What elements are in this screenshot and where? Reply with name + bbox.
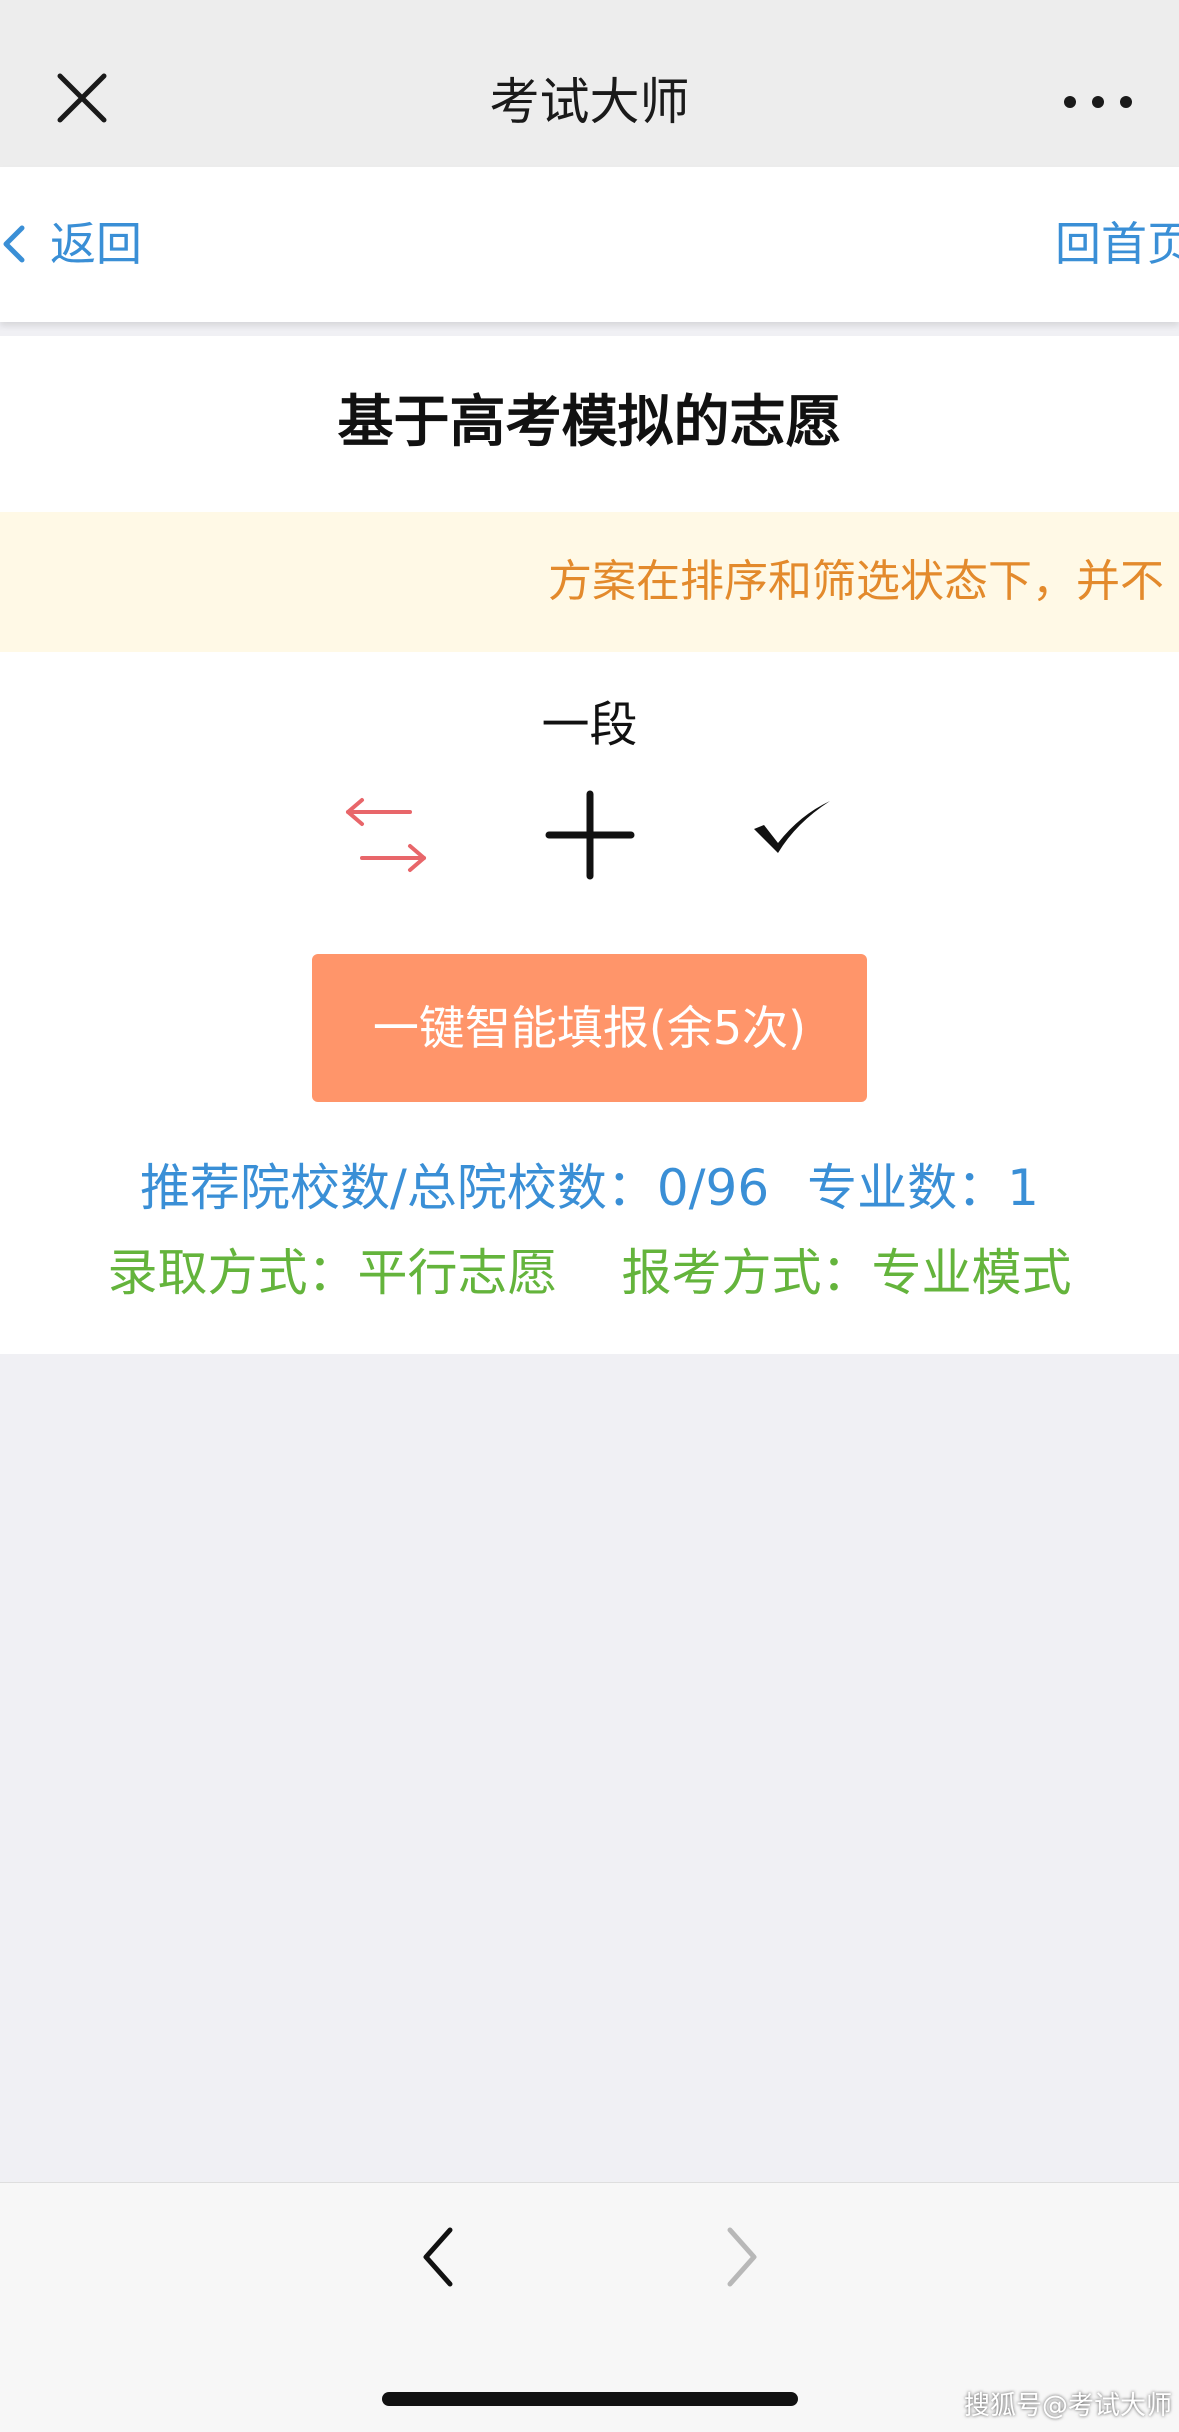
page-title: 基于高考模拟的志愿 [337, 390, 842, 455]
recommend-value: 0/96 [656, 1159, 770, 1217]
back-button[interactable]: 返回 [0, 208, 142, 280]
stats-row-counts: 推荐院校数/总院校数：0/96 专业数：1 [0, 1148, 1179, 1228]
add-icon[interactable] [545, 790, 635, 880]
segment-label: 一段 [541, 697, 638, 753]
notice-text: 方案在排序和筛选状态下，并不 [548, 556, 1164, 607]
recommend-label: 推荐院校数/总院校数： [140, 1159, 657, 1217]
major-label: 专业数： [807, 1159, 1008, 1217]
stats-row-modes: 录取方式：平行志愿 报考方式：专业模式 [0, 1233, 1179, 1313]
admission-value: 平行志愿 [357, 1244, 558, 1302]
home-button[interactable]: 回首页 [1055, 208, 1179, 280]
more-dots-icon[interactable] [1058, 80, 1138, 124]
notice-bar: 方案在排序和筛选状态下，并不 [0, 512, 1179, 652]
browser-back-icon[interactable] [408, 2222, 468, 2292]
browser-forward-icon[interactable] [712, 2222, 772, 2292]
swap-icon[interactable] [340, 790, 432, 882]
chevron-left-icon [3, 225, 25, 263]
home-indicator [382, 2392, 798, 2406]
back-label: 返回 [50, 217, 142, 271]
admission-label: 录取方式： [107, 1244, 358, 1302]
watermark: 搜狐号@考试大师 [964, 2391, 1173, 2421]
apply-value: 专业模式 [871, 1244, 1072, 1302]
check-icon[interactable] [748, 795, 834, 865]
major-value: 1 [1007, 1159, 1039, 1217]
apply-label: 报考方式： [621, 1244, 872, 1302]
smart-fill-button[interactable]: 一键智能填报(余5次) [312, 954, 867, 1102]
nav-bar [0, 167, 1179, 322]
